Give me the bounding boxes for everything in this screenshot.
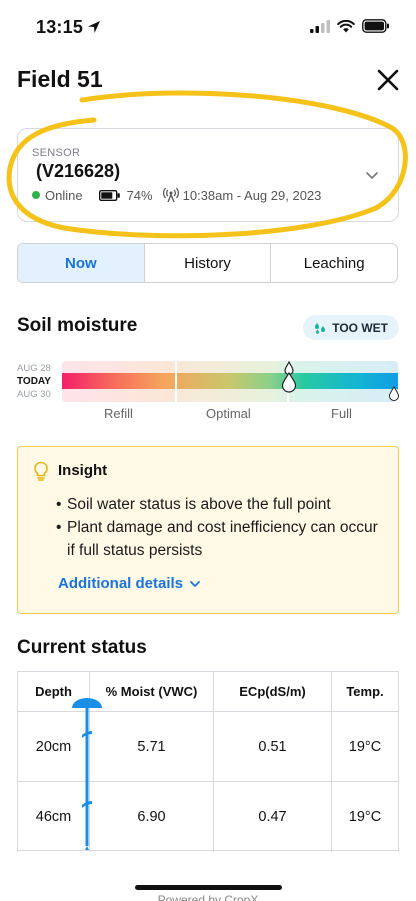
- gauge-divider-refill: [175, 361, 177, 402]
- soil-moisture-title: Soil moisture: [17, 315, 138, 336]
- gauge-date-today: TODAY: [17, 376, 51, 387]
- sensor-status: Online: [45, 187, 83, 203]
- close-icon[interactable]: [374, 66, 402, 94]
- additional-details-label: Additional details: [58, 575, 184, 592]
- current-status-table: Depth % Moist (VWC) ECp(dS/m) Temp. 20cm…: [17, 671, 399, 852]
- gauge-date-next: AUG 30: [17, 389, 51, 400]
- gauge-dates: AUG 28 TODAY AUG 30: [17, 362, 61, 401]
- column-header-depth: Depth: [18, 672, 90, 711]
- status-time: 13:15: [36, 17, 84, 37]
- moisture-marker-next-icon: [388, 386, 400, 401]
- cell-depth: 46cm: [18, 782, 90, 852]
- table-row: 46cm 6.90 0.47 19°C: [18, 782, 398, 852]
- status-icons: [310, 19, 390, 33]
- sensor-battery-level: 74%: [126, 187, 153, 203]
- zone-label-refill: Refill: [104, 406, 133, 421]
- current-status-title: Current status: [17, 637, 147, 658]
- table-row: 20cm 5.71 0.51 19°C: [18, 712, 398, 782]
- powered-by-text: Powered by CropX: [157, 893, 259, 901]
- chevron-down-icon: [366, 172, 378, 179]
- view-tabs: Now History Leaching: [17, 243, 398, 283]
- zone-label-full: Full: [331, 406, 352, 421]
- location-arrow-icon: [88, 21, 100, 33]
- wifi-icon: [337, 19, 355, 32]
- signal-antenna-icon: [162, 187, 179, 203]
- sensor-selector[interactable]: SENSOR (V216628) Online 74% 10:38am - Au…: [17, 128, 399, 222]
- zone-label-optimal: Optimal: [206, 406, 251, 421]
- column-header-temp: Temp.: [346, 684, 384, 699]
- insight-card: Insight Soil water status is above the f…: [17, 446, 399, 614]
- moisture-marker-icon: [281, 361, 297, 393]
- cell-temp: 19°C: [348, 738, 382, 755]
- cell-ecp: 0.51: [214, 712, 332, 781]
- status-badge: TOO WET: [303, 315, 399, 340]
- online-status-dot-icon: [32, 191, 40, 199]
- column-header-moisture: % Moist (VWC): [90, 672, 214, 711]
- table-header: Depth % Moist (VWC) ECp(dS/m) Temp.: [18, 672, 398, 712]
- cellular-signal-icon: [310, 19, 330, 33]
- battery-icon: [362, 19, 389, 33]
- insight-bullet: Soil water status is above the full poin…: [56, 493, 386, 516]
- cell-depth: 20cm: [18, 712, 90, 781]
- chevron-down-icon: [190, 580, 200, 587]
- status-badge-label: TOO WET: [332, 320, 388, 335]
- sensor-battery-icon: [98, 189, 120, 201]
- insight-bullet: Plant damage and cost inefficiency can o…: [56, 516, 386, 562]
- water-drops-icon: [315, 322, 326, 334]
- column-header-ecp: ECp(dS/m): [214, 672, 332, 711]
- cell-moisture: 5.71: [90, 712, 214, 781]
- tab-history[interactable]: History: [145, 244, 272, 282]
- additional-details-link[interactable]: Additional details: [58, 575, 201, 592]
- sensor-label: SENSOR: [32, 147, 81, 159]
- insight-title: Insight: [58, 462, 108, 479]
- cell-moisture: 6.90: [90, 782, 214, 852]
- sensor-meta: Online 74% 10:38am - Aug 29, 2023: [32, 187, 321, 203]
- moisture-gauge-bar: [62, 373, 398, 389]
- gauge-date-prev: AUG 28: [17, 363, 51, 374]
- tab-leaching[interactable]: Leaching: [271, 244, 397, 282]
- lightbulb-icon: [34, 461, 48, 481]
- cell-temp: 19°C: [348, 809, 382, 825]
- sensor-id: (V216628): [36, 161, 121, 181]
- status-bar: 13:15: [0, 0, 416, 56]
- sensor-last-reading: 10:38am - Aug 29, 2023: [182, 187, 322, 203]
- cell-ecp: 0.47: [214, 782, 332, 852]
- insight-list: Soil water status is above the full poin…: [56, 493, 386, 562]
- home-indicator: [135, 885, 282, 890]
- tab-now[interactable]: Now: [18, 244, 145, 282]
- page-title: Field 51: [17, 66, 103, 92]
